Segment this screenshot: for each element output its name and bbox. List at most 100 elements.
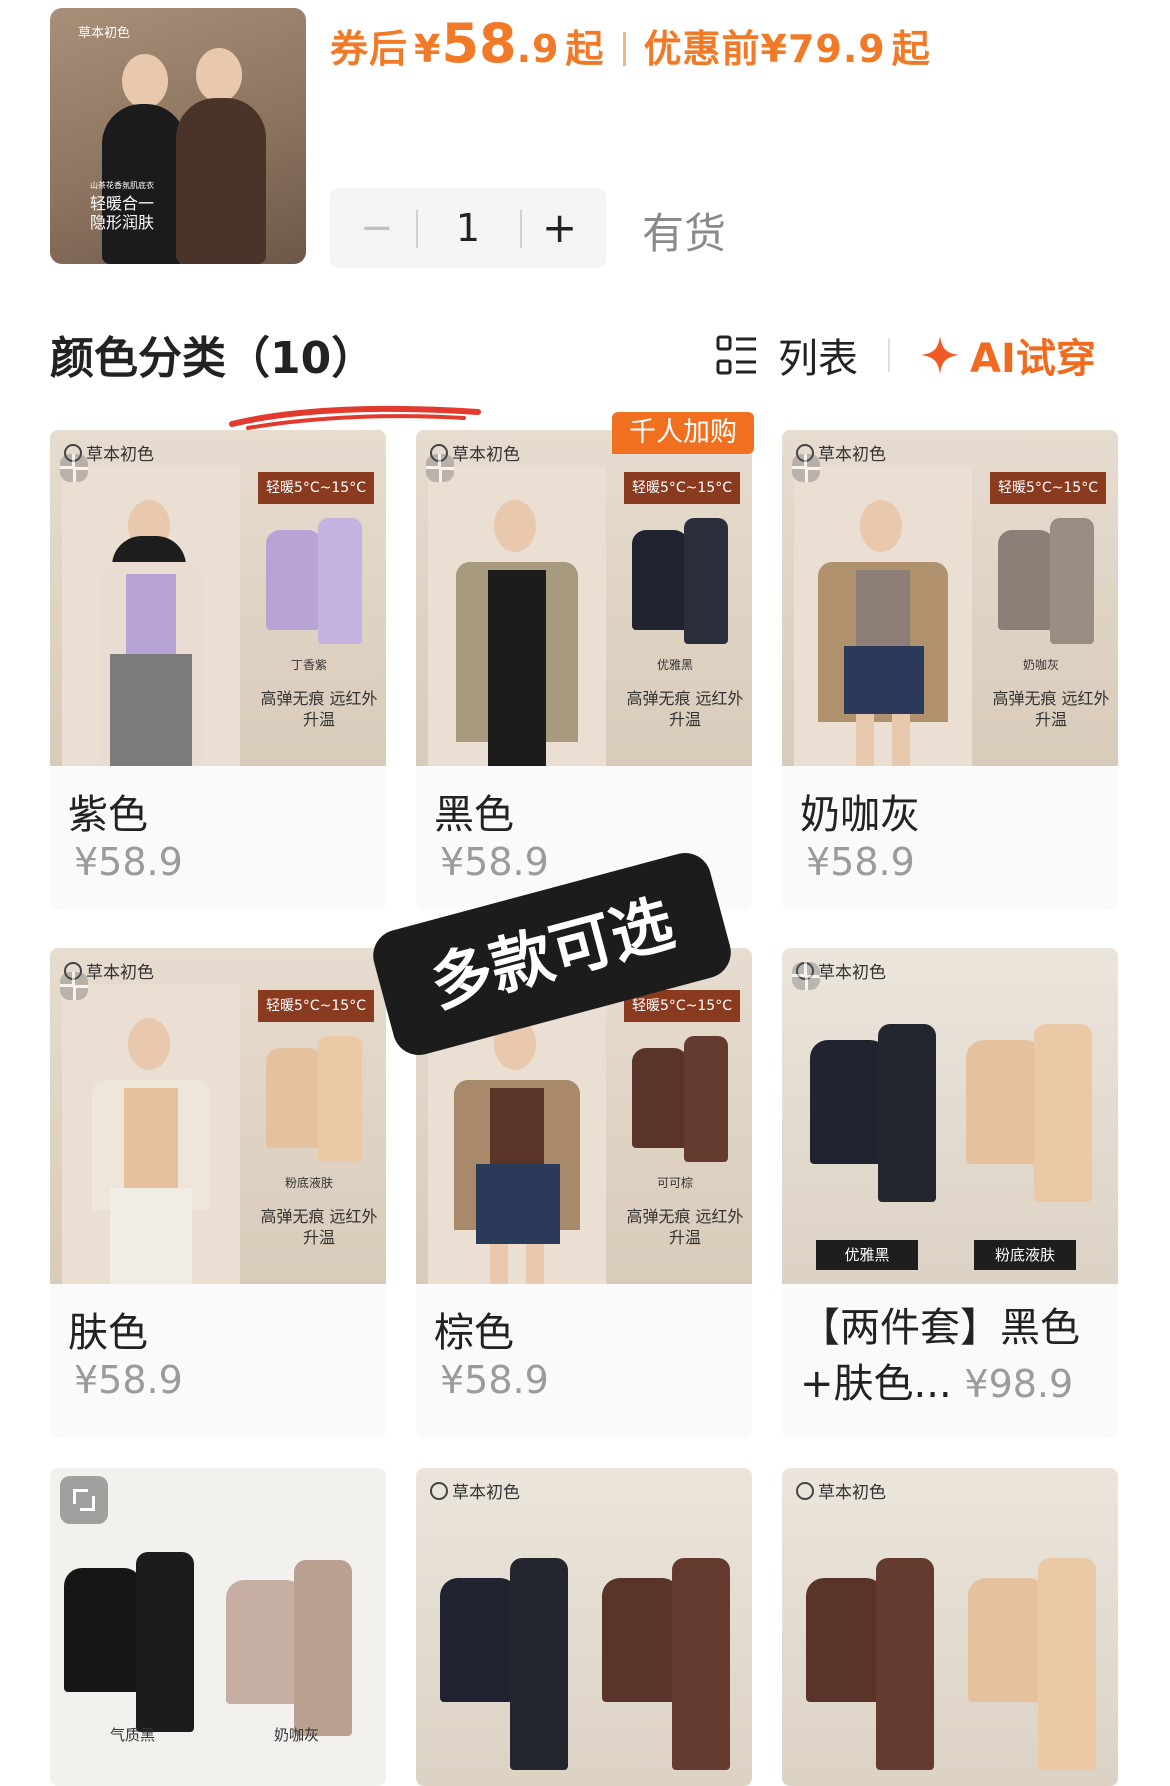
warmth-tag: 轻暖5°C~15°C (624, 472, 740, 504)
decrease-button[interactable]: − (360, 204, 394, 252)
expand-icon[interactable] (60, 1476, 108, 1524)
sparkle-icon (921, 336, 959, 374)
color-name: 奶咖灰 (800, 792, 920, 838)
garment-color-name: 丁香紫 (290, 658, 327, 672)
warmth-tag: 轻暖5°C~15°C (990, 472, 1106, 504)
coupon-price-label: 券后 (330, 27, 409, 71)
color-price: ¥58.9 (440, 1358, 549, 1402)
original-price-suffix: 起 (891, 27, 931, 71)
quantity-stepper: − 1 + (330, 188, 606, 268)
brand-logo: 草本初色 (430, 1478, 520, 1503)
feature-text: 高弹无痕 远红外升温 (626, 689, 744, 729)
garment-label: 优雅黑 (816, 1240, 918, 1270)
color-option-card[interactable]: 草本初色 (416, 1468, 752, 1786)
garment-top (966, 1040, 1044, 1164)
warmth-tag: 轻暖5°C~15°C (258, 990, 374, 1022)
coupon-price-suffix: 起 (565, 27, 605, 71)
model-figure-brown (176, 98, 266, 264)
list-view-toggle[interactable]: 列表 (716, 326, 858, 384)
garment-leggings (876, 1558, 934, 1770)
list-view-icon (716, 335, 756, 375)
coupon-price-decimal: .9 (516, 27, 560, 71)
garment-top (226, 1580, 304, 1704)
color-price: ¥58.9 (806, 840, 915, 884)
header-divider (888, 338, 890, 372)
garment-leggings (318, 1036, 362, 1162)
color-option-card[interactable]: 气质黑 奶咖灰 (50, 1468, 386, 1786)
model-photo (428, 466, 606, 766)
color-name: 紫色 (68, 792, 148, 838)
garment-top (602, 1578, 680, 1702)
garment-top (266, 530, 322, 630)
color-price: ¥58.9 (74, 1358, 183, 1402)
warmth-tag: 轻暖5°C~15°C (258, 472, 374, 504)
garment-label: 气质黑 (110, 1726, 156, 1744)
currency-symbol: ¥ (414, 27, 442, 71)
increase-button[interactable]: + (542, 204, 577, 252)
color-price: ¥98.9 (964, 1362, 1074, 1406)
stepper-divider (416, 210, 418, 248)
model-photo (62, 984, 240, 1284)
expand-icon[interactable] (60, 454, 88, 482)
color-option-card[interactable]: 草本初色 轻暖5°C~15°C 奶咖灰 高弹无痕 远红外升温 奶咖灰 ¥58.9 (782, 430, 1118, 910)
feature-text: 高弹无痕 远红外升温 (626, 1207, 744, 1247)
feature-text: 高弹无痕 远红外升温 (260, 689, 378, 729)
garment-top (266, 1048, 322, 1148)
price-line: 券后 ¥ 58 .9 起 优惠前 ¥79.9 起 (330, 12, 931, 75)
color-price: ¥58.9 (440, 840, 549, 884)
color-option-card[interactable]: 草本初色 优雅黑 粉底液肤 【两件套】黑色+肤色... ¥98.9 (782, 948, 1118, 1438)
color-name: 黑色 (434, 792, 514, 838)
garment-label: 奶咖灰 (274, 1726, 320, 1744)
coupon-price-integer: 58 (441, 12, 517, 75)
garment-top (632, 530, 688, 630)
ai-try-on-button[interactable]: AI试穿 (920, 326, 1096, 384)
thumb-tagline: 轻暖合一 隐形润肤 (90, 194, 155, 232)
expand-icon[interactable] (792, 962, 820, 990)
feature-text: 高弹无痕 远红外升温 (260, 1207, 378, 1247)
color-option-card[interactable]: 草本初色 (782, 1468, 1118, 1786)
expand-icon[interactable] (792, 454, 820, 482)
color-option-image: 草本初色 轻暖5°C~15°C 奶咖灰 高弹无痕 远红外升温 (782, 430, 1118, 766)
color-option-image: 草本初色 (416, 1468, 752, 1786)
garment-leggings (136, 1552, 194, 1732)
garment-leggings (1038, 1558, 1096, 1770)
color-name: 肤色 (68, 1310, 148, 1356)
garment-color-name: 奶咖灰 (1022, 658, 1059, 672)
color-option-card[interactable]: 草本初色 轻暖5°C~15°C 丁香紫 高弹无痕 远红外升温 紫色 ¥58.9 (50, 430, 386, 910)
garment-top (440, 1578, 518, 1702)
color-option-image: 草本初色 (782, 1468, 1118, 1786)
feature-text: 高弹无痕 远红外升温 (992, 689, 1110, 729)
model-head (122, 54, 168, 108)
original-price-value: ¥79.9 (760, 27, 886, 71)
garment-leggings (1050, 518, 1094, 644)
garment-leggings (510, 1558, 568, 1770)
ai-try-on-label: AI试穿 (970, 336, 1096, 382)
garment-leggings (878, 1024, 936, 1202)
garment-leggings (294, 1560, 352, 1736)
product-thumbnail[interactable]: 草本初色 山茶花香氛肌底衣 轻暖合一 隐形润肤 (50, 8, 306, 264)
garment-color-name: 粉底液肤 (284, 1176, 333, 1190)
thumb-brand: 草本初色 (78, 26, 131, 41)
color-option-card[interactable]: 草本初色 轻暖5°C~15°C 粉底液肤 高弹无痕 远红外升温 肤色 ¥58.9 (50, 948, 386, 1438)
stock-status: 有货 (642, 209, 727, 258)
brand-logo: 草本初色 (796, 1478, 886, 1503)
model-photo (794, 466, 972, 766)
garment-top (806, 1578, 884, 1702)
quantity-value[interactable]: 1 (420, 204, 516, 252)
color-option-card[interactable]: 草本初色 轻暖5°C~15°C 优雅黑 高弹无痕 远红外升温 黑色 ¥58.9 (416, 430, 752, 910)
garment-top (810, 1040, 888, 1164)
list-view-label: 列表 (778, 336, 858, 382)
expand-icon[interactable] (426, 454, 454, 482)
color-price: ¥58.9 (74, 840, 183, 884)
garment-top (998, 530, 1054, 630)
stepper-divider (520, 210, 522, 248)
color-option-image: 气质黑 奶咖灰 (50, 1468, 386, 1786)
garment-color-name: 优雅黑 (656, 658, 693, 672)
garment-top (632, 1048, 688, 1148)
thumb-subtitle: 山茶花香氛肌底衣 (90, 181, 154, 190)
expand-icon[interactable] (60, 972, 88, 1000)
color-name: 【两件套】黑色+肤色... ¥98.9 (800, 1305, 1080, 1407)
color-option-image: 草本初色 优雅黑 粉底液肤 (782, 948, 1118, 1284)
model-photo (62, 466, 240, 766)
garment-color-name: 可可棕 (656, 1176, 693, 1190)
